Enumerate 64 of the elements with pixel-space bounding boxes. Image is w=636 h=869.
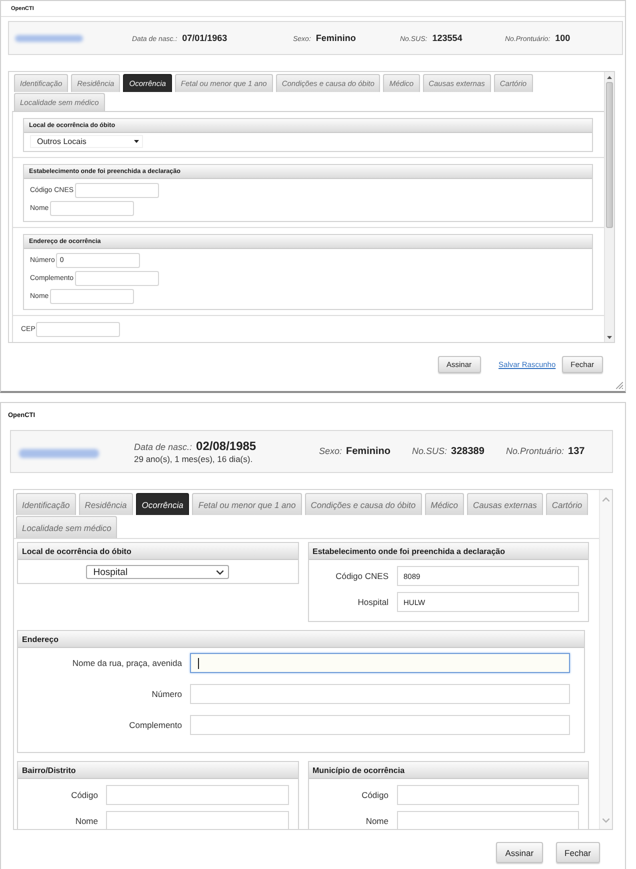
input-field[interactable] xyxy=(396,785,579,805)
field-value: 123554 xyxy=(432,33,462,43)
scrollbar[interactable] xyxy=(599,490,612,829)
input-field[interactable] xyxy=(190,715,570,735)
age-text: 29 ano(s), 1 mes(es), 16 dia(s). xyxy=(134,454,254,464)
resize-grip-icon[interactable] xyxy=(616,382,623,389)
scrollbar[interactable] xyxy=(604,72,614,342)
field-value: 328389 xyxy=(451,446,484,457)
field-value: 137 xyxy=(568,446,585,457)
field-label: Código xyxy=(70,790,98,800)
tab[interactable]: Médico xyxy=(424,493,464,515)
tab[interactable]: Localidade sem médico xyxy=(16,516,118,538)
scroll-down-icon[interactable] xyxy=(607,336,612,339)
scroll-up-icon xyxy=(602,497,610,502)
tab[interactable]: Ocorrência xyxy=(136,493,190,515)
dropdown[interactable]: Outros Locais xyxy=(30,135,143,148)
field-label: Número xyxy=(150,689,182,699)
input-field[interactable] xyxy=(74,183,159,198)
field-label: Nome xyxy=(74,816,98,826)
scroll-down-icon xyxy=(602,818,610,823)
section-header: Município de ocorrência xyxy=(308,762,588,779)
field-label: Sexo: xyxy=(319,446,342,456)
field-label: Nome da rua, praça, avenida xyxy=(71,658,182,668)
field-label: Código CNES xyxy=(334,571,388,581)
scroll-up-icon[interactable] xyxy=(607,76,612,79)
field-label: Complemento xyxy=(128,720,182,730)
field-label: No.Prontuário: xyxy=(506,446,564,456)
tab[interactable]: Causas externas xyxy=(467,493,543,515)
field-label: Nome xyxy=(364,816,388,826)
footer-button[interactable]: Fechar xyxy=(556,842,600,863)
section-header: Endereço xyxy=(18,631,584,648)
blurred-name-block xyxy=(15,34,83,42)
input-field[interactable] xyxy=(106,811,288,829)
input-field[interactable] xyxy=(50,201,134,216)
input-field[interactable] xyxy=(50,289,134,304)
section-header: Estabelecimento onde foi preenchida a declaração xyxy=(308,543,588,560)
tab[interactable]: Residência xyxy=(78,493,133,515)
field-value: 02/08/1985 xyxy=(196,439,256,453)
text-cursor-icon xyxy=(198,658,199,668)
dropdown[interactable]: Hospital xyxy=(86,565,230,579)
input-field[interactable] xyxy=(190,684,570,704)
chevron-down-icon xyxy=(216,570,224,574)
tab[interactable]: Identificação xyxy=(16,493,76,515)
tab[interactable]: Cartório xyxy=(546,493,588,515)
field-label: Hospital xyxy=(356,597,388,607)
section-header: Bairro/Distrito xyxy=(18,762,298,779)
caret-icon xyxy=(134,140,139,143)
field-value: Feminino xyxy=(316,33,356,43)
field-label: Data de nasc.: xyxy=(134,442,192,452)
input-field[interactable] xyxy=(36,322,120,337)
input-field[interactable] xyxy=(190,653,570,673)
field-value: Feminino xyxy=(346,446,390,457)
tab[interactable]: Condições e causa do óbito xyxy=(304,493,422,515)
field-label: No.SUS: xyxy=(412,446,448,456)
input-field[interactable] xyxy=(106,785,288,805)
field-value: 07/01/1963 xyxy=(182,33,228,43)
input-field[interactable] xyxy=(396,811,579,829)
field-label: Código xyxy=(360,790,388,800)
field-value: 100 xyxy=(555,33,570,43)
tab[interactable]: Fetal ou menor que 1 ano xyxy=(192,493,302,515)
scrollbar-thumb[interactable] xyxy=(606,82,613,228)
footer-button[interactable]: Assinar xyxy=(496,842,543,863)
input-field[interactable] xyxy=(74,271,159,286)
section-header: Local de ocorrência do óbito xyxy=(18,543,298,560)
